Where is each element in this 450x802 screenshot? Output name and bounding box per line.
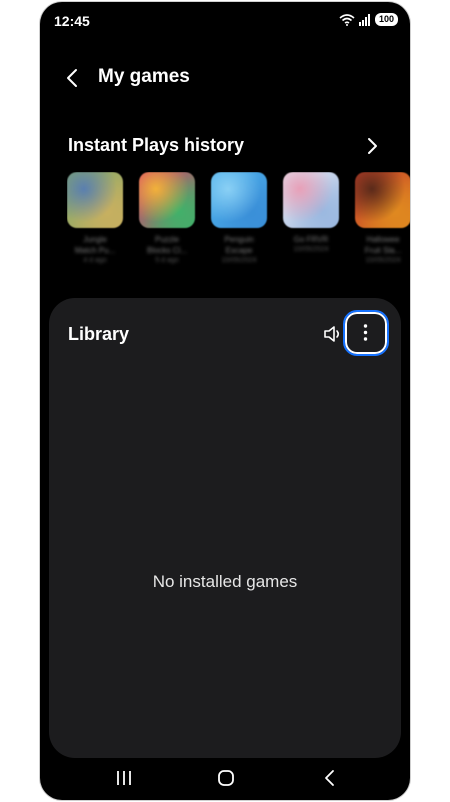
- signal-icon: [358, 13, 370, 26]
- status-time: 12:45: [54, 13, 90, 29]
- game-thumbnail: [355, 172, 410, 228]
- game-name: Puzzle Blocks Cl...: [146, 235, 187, 255]
- library-title: Library: [68, 324, 130, 344]
- battery-indicator: 100: [374, 13, 398, 26]
- speaker-icon[interactable]: [321, 322, 345, 346]
- back-arrow-icon[interactable]: [60, 65, 86, 91]
- game-played-time: 5 d ago: [155, 257, 179, 264]
- game-thumbnail: [67, 172, 123, 228]
- chevron-right-icon[interactable]: [360, 134, 384, 158]
- page-title: My games: [98, 66, 190, 87]
- game-item-2[interactable]: Puzzle Blocks Cl... 5 d ago: [139, 172, 195, 266]
- status-bar: 12:45 100: [40, 2, 410, 40]
- navigation-bar: [40, 756, 410, 800]
- app-header: My games: [40, 57, 410, 97]
- game-played-time: 10/05/2024: [365, 257, 401, 264]
- more-vertical-icon: [363, 324, 368, 341]
- game-thumbnail: [283, 172, 339, 228]
- empty-library-message: No installed games: [152, 572, 298, 591]
- game-thumbnail: [211, 172, 267, 228]
- instant-plays-list: Jungle Match Pu... 4 d ago Puzzle Blocks…: [67, 172, 410, 282]
- game-played-time: 10/05/2024: [293, 246, 329, 253]
- wifi-icon: [339, 13, 355, 26]
- game-played-time: 10/05/2024: [221, 257, 257, 264]
- status-icons: 100: [339, 13, 398, 26]
- library-panel: Library No installed games: [49, 298, 401, 758]
- phone-screen: 12:45 100 My games Instant Plays history: [40, 2, 410, 800]
- game-name: Go FRVR: [293, 235, 329, 244]
- game-name: Penguin Escape: [224, 235, 254, 255]
- game-item-1[interactable]: Jungle Match Pu... 4 d ago: [67, 172, 123, 266]
- home-icon[interactable]: [212, 764, 240, 792]
- game-item-3[interactable]: Penguin Escape 10/05/2024: [211, 172, 267, 266]
- game-thumbnail: [139, 172, 195, 228]
- game-name: Hallowee Fruit Sla...: [364, 235, 402, 255]
- game-item-5[interactable]: Hallowee Fruit Sla... 10/05/2024: [355, 172, 410, 266]
- game-name: Jungle Match Pu...: [74, 235, 116, 255]
- recent-apps-icon[interactable]: [110, 764, 138, 792]
- back-nav-icon[interactable]: [316, 764, 344, 792]
- game-played-time: 4 d ago: [83, 257, 107, 264]
- instant-plays-header[interactable]: Instant Plays history: [40, 130, 410, 162]
- instant-plays-title: Instant Plays history: [68, 135, 245, 155]
- game-item-4[interactable]: Go FRVR 10/05/2024: [283, 172, 339, 255]
- more-options-button[interactable]: [343, 310, 389, 356]
